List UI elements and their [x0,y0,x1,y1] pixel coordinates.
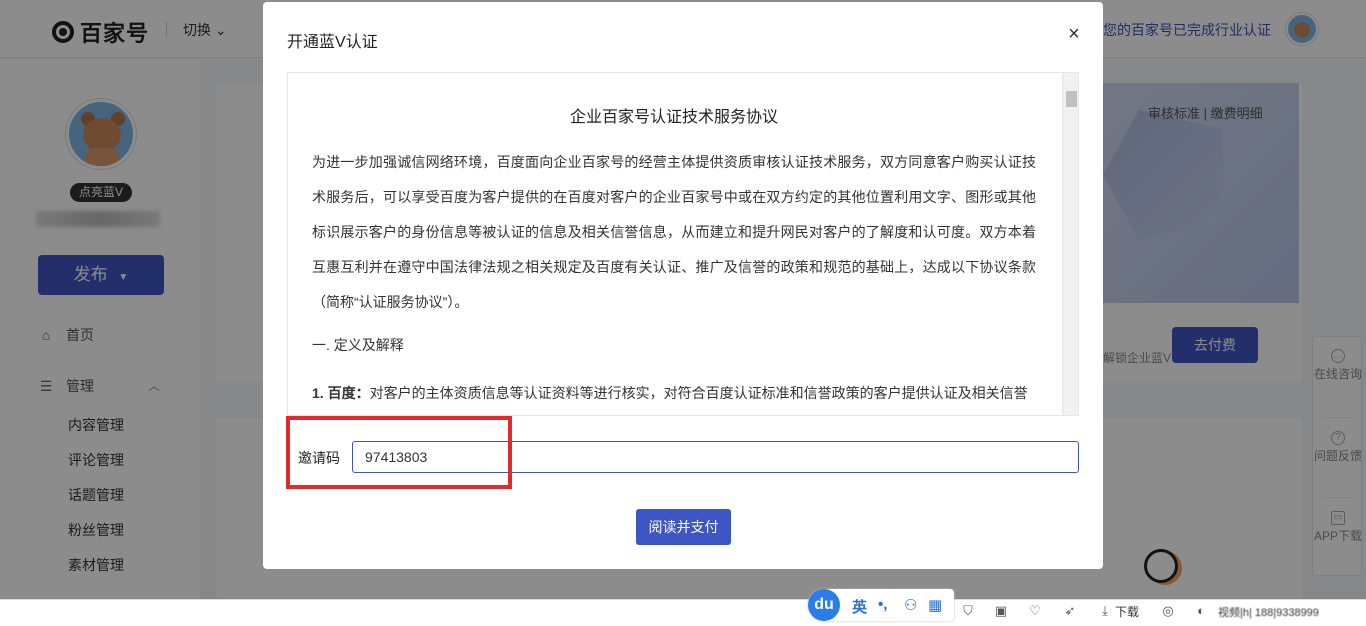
agreement-section-title: 一. 定义及解释 [312,337,404,353]
blue-v-modal: 开通蓝V认证 × 企业百家号认证技术服务协议 为进一步加强诚信网络环境，百度面向… [263,2,1103,569]
baidu-ime-logo[interactable]: du [808,589,840,621]
ime-user-icon[interactable]: ⚇ [904,596,917,614]
ime-language-toggle[interactable]: 英 [852,596,867,617]
download-icon[interactable]: ⤓ [1097,603,1113,619]
close-icon[interactable]: × [1063,24,1085,46]
clause-term: 1. 百度： [312,385,370,401]
ime-toolbar[interactable]: du 英 •, ⚇ ▦ [808,589,954,621]
agreement-scroll-area[interactable]: 企业百家号认证技术服务协议 为进一步加强诚信网络环境，百度面向企业百家号的经营主… [287,72,1079,416]
agreement-scrollbar[interactable] [1062,73,1078,415]
shield-icon[interactable]: ⛉ [960,603,976,619]
status-text-blurred: 视频|h| 188|9338999 [1218,607,1319,619]
scrollbar-thumb[interactable] [1066,91,1077,107]
rocket-icon[interactable]: ➶ [1062,603,1078,619]
clause-text: 对客户的主体资质信息等认证资料等进行核实，对符合百度认证标准和信誉政策的客户提供… [369,385,1028,401]
speaker-icon[interactable]: ◐ [1193,603,1209,619]
agreement-heading: 企业百家号认证技术服务协议 [569,109,778,126]
download-label[interactable]: 下载 [1115,603,1139,620]
annotation-highlight-box [286,416,512,489]
agreement-clause: 1. 百度：对客户的主体资质信息等认证资料等进行核实，对符合百度认证标准和信誉政… [312,376,1036,411]
glasses-icon[interactable]: ◎ [1160,603,1176,619]
heart-icon[interactable]: ♡ [1027,603,1043,619]
agreement-paragraph: 为进一步加强诚信网络环境，百度面向企业百家号的经营主体提供资质审核认证技术服务，… [312,154,1036,310]
ime-punctuation-toggle[interactable]: •, [878,596,887,613]
modal-title: 开通蓝V认证 [287,34,378,51]
ime-grid-icon[interactable]: ▦ [928,596,942,614]
read-and-pay-button[interactable]: 阅读并支付 [636,509,731,545]
agreement-content: 企业百家号认证技术服务协议 为进一步加强诚信网络环境，百度面向企业百家号的经营主… [288,73,1060,411]
image-icon[interactable]: ▣ [993,603,1009,619]
